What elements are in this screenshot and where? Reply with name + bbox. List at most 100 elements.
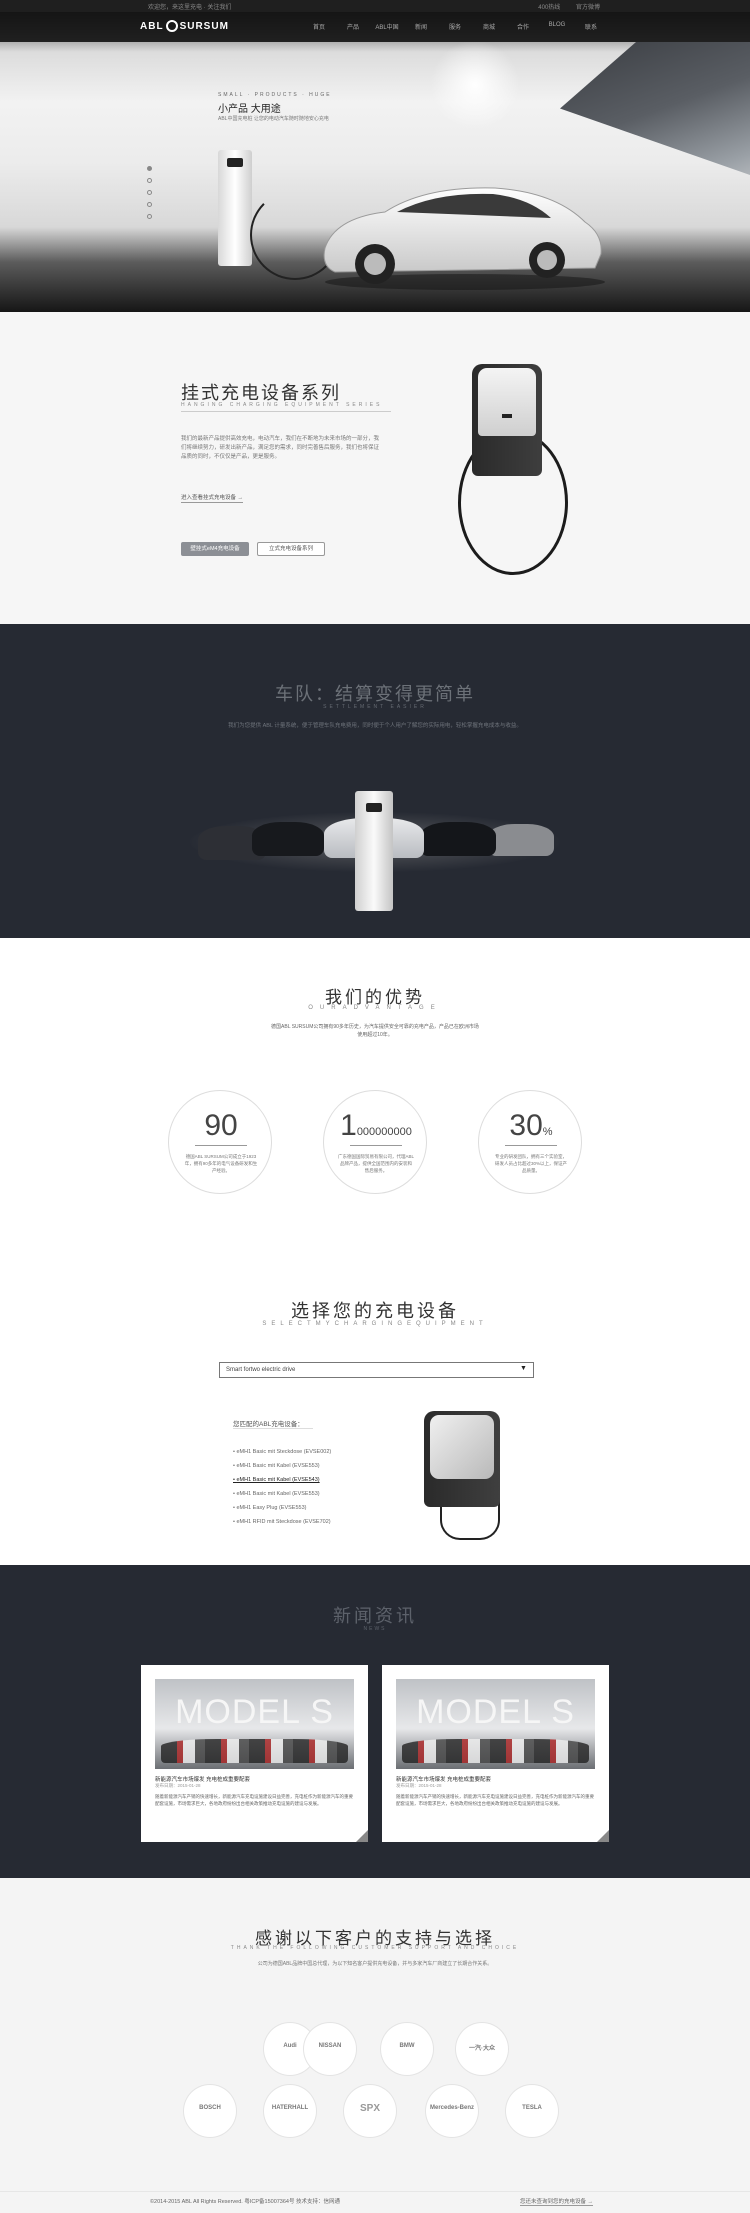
- hero-slider-dots: [147, 166, 152, 219]
- client-logo-label: 一汽·大众: [469, 2046, 495, 2052]
- equipment-list-item-active[interactable]: • eMH1 Basic mit Kabel (EVSE543): [233, 1473, 331, 1487]
- fleet-title: 车队：结算变得更简单: [275, 684, 475, 704]
- equipment-list-item[interactable]: • eMH1 Basic mit Kabel (EVSE553): [233, 1487, 331, 1501]
- wall-charger-button[interactable]: 壁挂式eM4充电设备: [181, 542, 249, 556]
- top-bar-welcome: 欢迎您，来这里充电 · 关注我们: [148, 5, 232, 11]
- news-image-text: MODEL S: [416, 1693, 575, 1731]
- client-logo-label: BMW: [399, 2043, 415, 2049]
- matched-equipment-heading: 您匹配的ABL充电设备：: [233, 1421, 304, 1428]
- news-image-cars: [402, 1739, 589, 1763]
- hanging-section-subtitle: HANGING CHARGING EQUIPMENT SERIES: [181, 402, 383, 408]
- logo-text-sursum: SURSUM: [179, 20, 229, 32]
- chevron-down-icon[interactable]: ▼: [520, 1365, 527, 1372]
- nav-item-contact[interactable]: 联系: [574, 22, 608, 31]
- nav-item-shop[interactable]: 商城: [472, 22, 506, 31]
- news-image-cars: [161, 1739, 348, 1763]
- nav-item-cooperation[interactable]: 合作: [506, 22, 540, 31]
- nav-item-home[interactable]: 首页: [302, 22, 336, 31]
- hero-title: 小产品 大用途: [218, 104, 281, 115]
- slider-dot[interactable]: [147, 166, 152, 171]
- clients-description: 公司为德国ABL品牌中国总代理，为以下知名客户提供充电设备，并与多家汽车厂商建立…: [257, 1961, 493, 1967]
- vehicle-select[interactable]: Smart fortwo electric drive: [219, 1362, 534, 1378]
- logo-text-abl: ABL: [140, 20, 164, 32]
- hero-car-image: [323, 187, 605, 290]
- advantage-text: 专业的研发团队，拥有三个实验室，研发人员占比超过30%以上，保证产品质量。: [494, 1154, 567, 1173]
- fleet-car: [252, 822, 324, 856]
- fleet-car: [420, 822, 496, 856]
- nav-item-news[interactable]: 新闻: [404, 22, 438, 31]
- divider: [233, 1428, 313, 1429]
- news-card-title[interactable]: 新能源汽车市场爆发 充电桩成重要配套: [396, 1775, 491, 1783]
- hotline-link[interactable]: 400热线: [538, 5, 560, 11]
- footer-copyright: ©2014-2015 ABL All Rights Reserved. 粤ICP…: [150, 2199, 341, 2205]
- advantage-circle-percent: 30% 专业的研发团队，拥有三个实验室，研发人员占比超过30%以上，保证产品质量…: [478, 1090, 582, 1194]
- client-logo-bmw[interactable]: BMW: [381, 2023, 433, 2075]
- footer-query-link[interactable]: 您还未查询到您的充电设备 →: [520, 2197, 594, 2206]
- clients-subtitle: THANK THE FOLLOWING CUSTOMER SUPPORT AND…: [230, 1945, 520, 1951]
- client-logo-label: SPX: [359, 2103, 380, 2114]
- slider-dot[interactable]: [147, 202, 152, 207]
- slider-dot[interactable]: [147, 190, 152, 195]
- client-logo-haterhall[interactable]: HATERHALL: [264, 2085, 316, 2137]
- divider: [505, 1145, 557, 1146]
- equipment-list-item[interactable]: • eMH1 Easy Plug (EVSE553): [233, 1501, 331, 1515]
- slider-dot[interactable]: [147, 214, 152, 219]
- client-logo-label: TESLA: [522, 2105, 542, 2111]
- news-card[interactable]: MODEL S 新能源汽车市场爆发 充电桩成重要配套 发布日期：2015-01-…: [382, 1665, 609, 1842]
- selected-charger-image: [424, 1411, 500, 1507]
- top-bar: 欢迎您，来这里充电 · 关注我们 400热线 官方微博: [0, 0, 750, 12]
- corner-fold-icon: [597, 1830, 609, 1842]
- wallbox-indicator: [502, 414, 512, 418]
- advantage-circle-years: 90 德国ABL SURSUM公司成立于1923年，拥有90多年的电气设备研发和…: [168, 1090, 272, 1194]
- client-logo-faw-vw[interactable]: 一汽·大众: [456, 2023, 508, 2075]
- selector-subtitle: SELECTMYCHARGINGEQUIPMENT: [262, 1321, 488, 1327]
- matched-equipment-list: • eMH1 Basic mit Steckdose (EVSE002) • e…: [233, 1445, 331, 1529]
- hero-charging-post-image: [218, 150, 252, 266]
- hanging-more-link[interactable]: 进入查看挂式充电设备 →: [181, 493, 244, 503]
- fleet-subtitle: SETTLEMENT EASIER: [323, 704, 427, 710]
- equipment-list-item[interactable]: • eMH1 Basic mit Kabel (EVSE553): [233, 1459, 331, 1473]
- news-card-title[interactable]: 新能源汽车市场爆发 充电桩成重要配套: [155, 1775, 250, 1783]
- standing-charger-button[interactable]: 立式充电设备系列: [257, 542, 325, 556]
- nav-menu: 首页 产品 ABL中国 新闻 服务 商城 合作 BLOG 联系: [302, 22, 608, 31]
- advantage-text: 德国ABL SURSUM公司成立于1923年，拥有90多年的电气设备研发和生产经…: [184, 1154, 258, 1173]
- client-logo-bosch[interactable]: BOSCH: [184, 2085, 236, 2137]
- nav-item-products[interactable]: 产品: [336, 22, 370, 31]
- client-logo-label: HATERHALL: [271, 2105, 309, 2111]
- client-logo-spx[interactable]: SPX: [344, 2085, 396, 2137]
- news-card[interactable]: MODEL S 新能源汽车市场爆发 充电桩成重要配套 发布日期：2015-01-…: [141, 1665, 368, 1842]
- advantage-number: 30%: [509, 1109, 553, 1142]
- fleet-charging-post-image: [355, 791, 393, 911]
- news-subtitle: NEWS: [363, 1626, 387, 1632]
- news-card-image: MODEL S: [396, 1679, 595, 1769]
- advantage-circle-capital: 1000000000 广东德国国际贸易有限公司，代理ABL品牌产品，提供全国范围…: [323, 1090, 427, 1194]
- news-image-text: MODEL S: [175, 1693, 334, 1731]
- client-logo-label: NISSAN: [318, 2043, 342, 2049]
- client-logo-nissan[interactable]: NISSAN: [304, 2023, 356, 2075]
- client-logo-label: Mercedes-Benz: [429, 2105, 474, 2111]
- hanging-section-description: 我们的最新产品提供高效充电，电动汽车，我们在不断地为未来市场的一部分，我们将继续…: [181, 436, 380, 460]
- selector-title: 选择您的充电设备: [291, 1301, 459, 1321]
- client-logo-mercedes[interactable]: Mercedes-Benz: [426, 2085, 478, 2137]
- charger-screen: [227, 158, 243, 167]
- nav-item-service[interactable]: 服务: [438, 22, 472, 31]
- news-title: 新闻资讯: [333, 1606, 417, 1626]
- wallbox-front-panel: [478, 368, 536, 436]
- client-logo-label: BOSCH: [199, 2105, 221, 2111]
- advantage-text: 广东德国国际贸易有限公司，代理ABL品牌产品，提供全国范围内的安装和售后服务。: [338, 1154, 415, 1173]
- nav-item-abl-china[interactable]: ABL中国: [370, 22, 404, 31]
- divider: [181, 411, 391, 412]
- equipment-list-item[interactable]: • eMH1 Basic mit Steckdose (EVSE002): [233, 1445, 331, 1459]
- advantage-description: 德国ABL SURSUM公司拥有90多年历史，为汽车提供安全可靠的充电产品，产品…: [271, 1024, 479, 1038]
- slider-dot[interactable]: [147, 178, 152, 183]
- news-card-summary: 随着新能源汽车产销的快速增长，新能源汽车充电设施建设日益完善，充电桩作为新能源汽…: [155, 1794, 353, 1806]
- weibo-link[interactable]: 官方微博: [576, 5, 600, 11]
- client-logo-tesla[interactable]: TESLA: [506, 2085, 558, 2137]
- brand-logo[interactable]: ABL SURSUM: [140, 19, 229, 33]
- advantage-number: 90: [204, 1109, 238, 1142]
- nav-item-blog[interactable]: BLOG: [540, 22, 574, 31]
- fleet-description: 我们为您提供 ABL 计量系统，便于管理车队充电费用，同时便于个人用户了解您的实…: [228, 723, 522, 729]
- wallbox-charger-image: [472, 364, 542, 476]
- equipment-list-item[interactable]: • eMH1 RFID mit Steckdose (EVSE702): [233, 1515, 331, 1529]
- advantage-subtitle: OURADVANTAGE: [308, 1005, 442, 1011]
